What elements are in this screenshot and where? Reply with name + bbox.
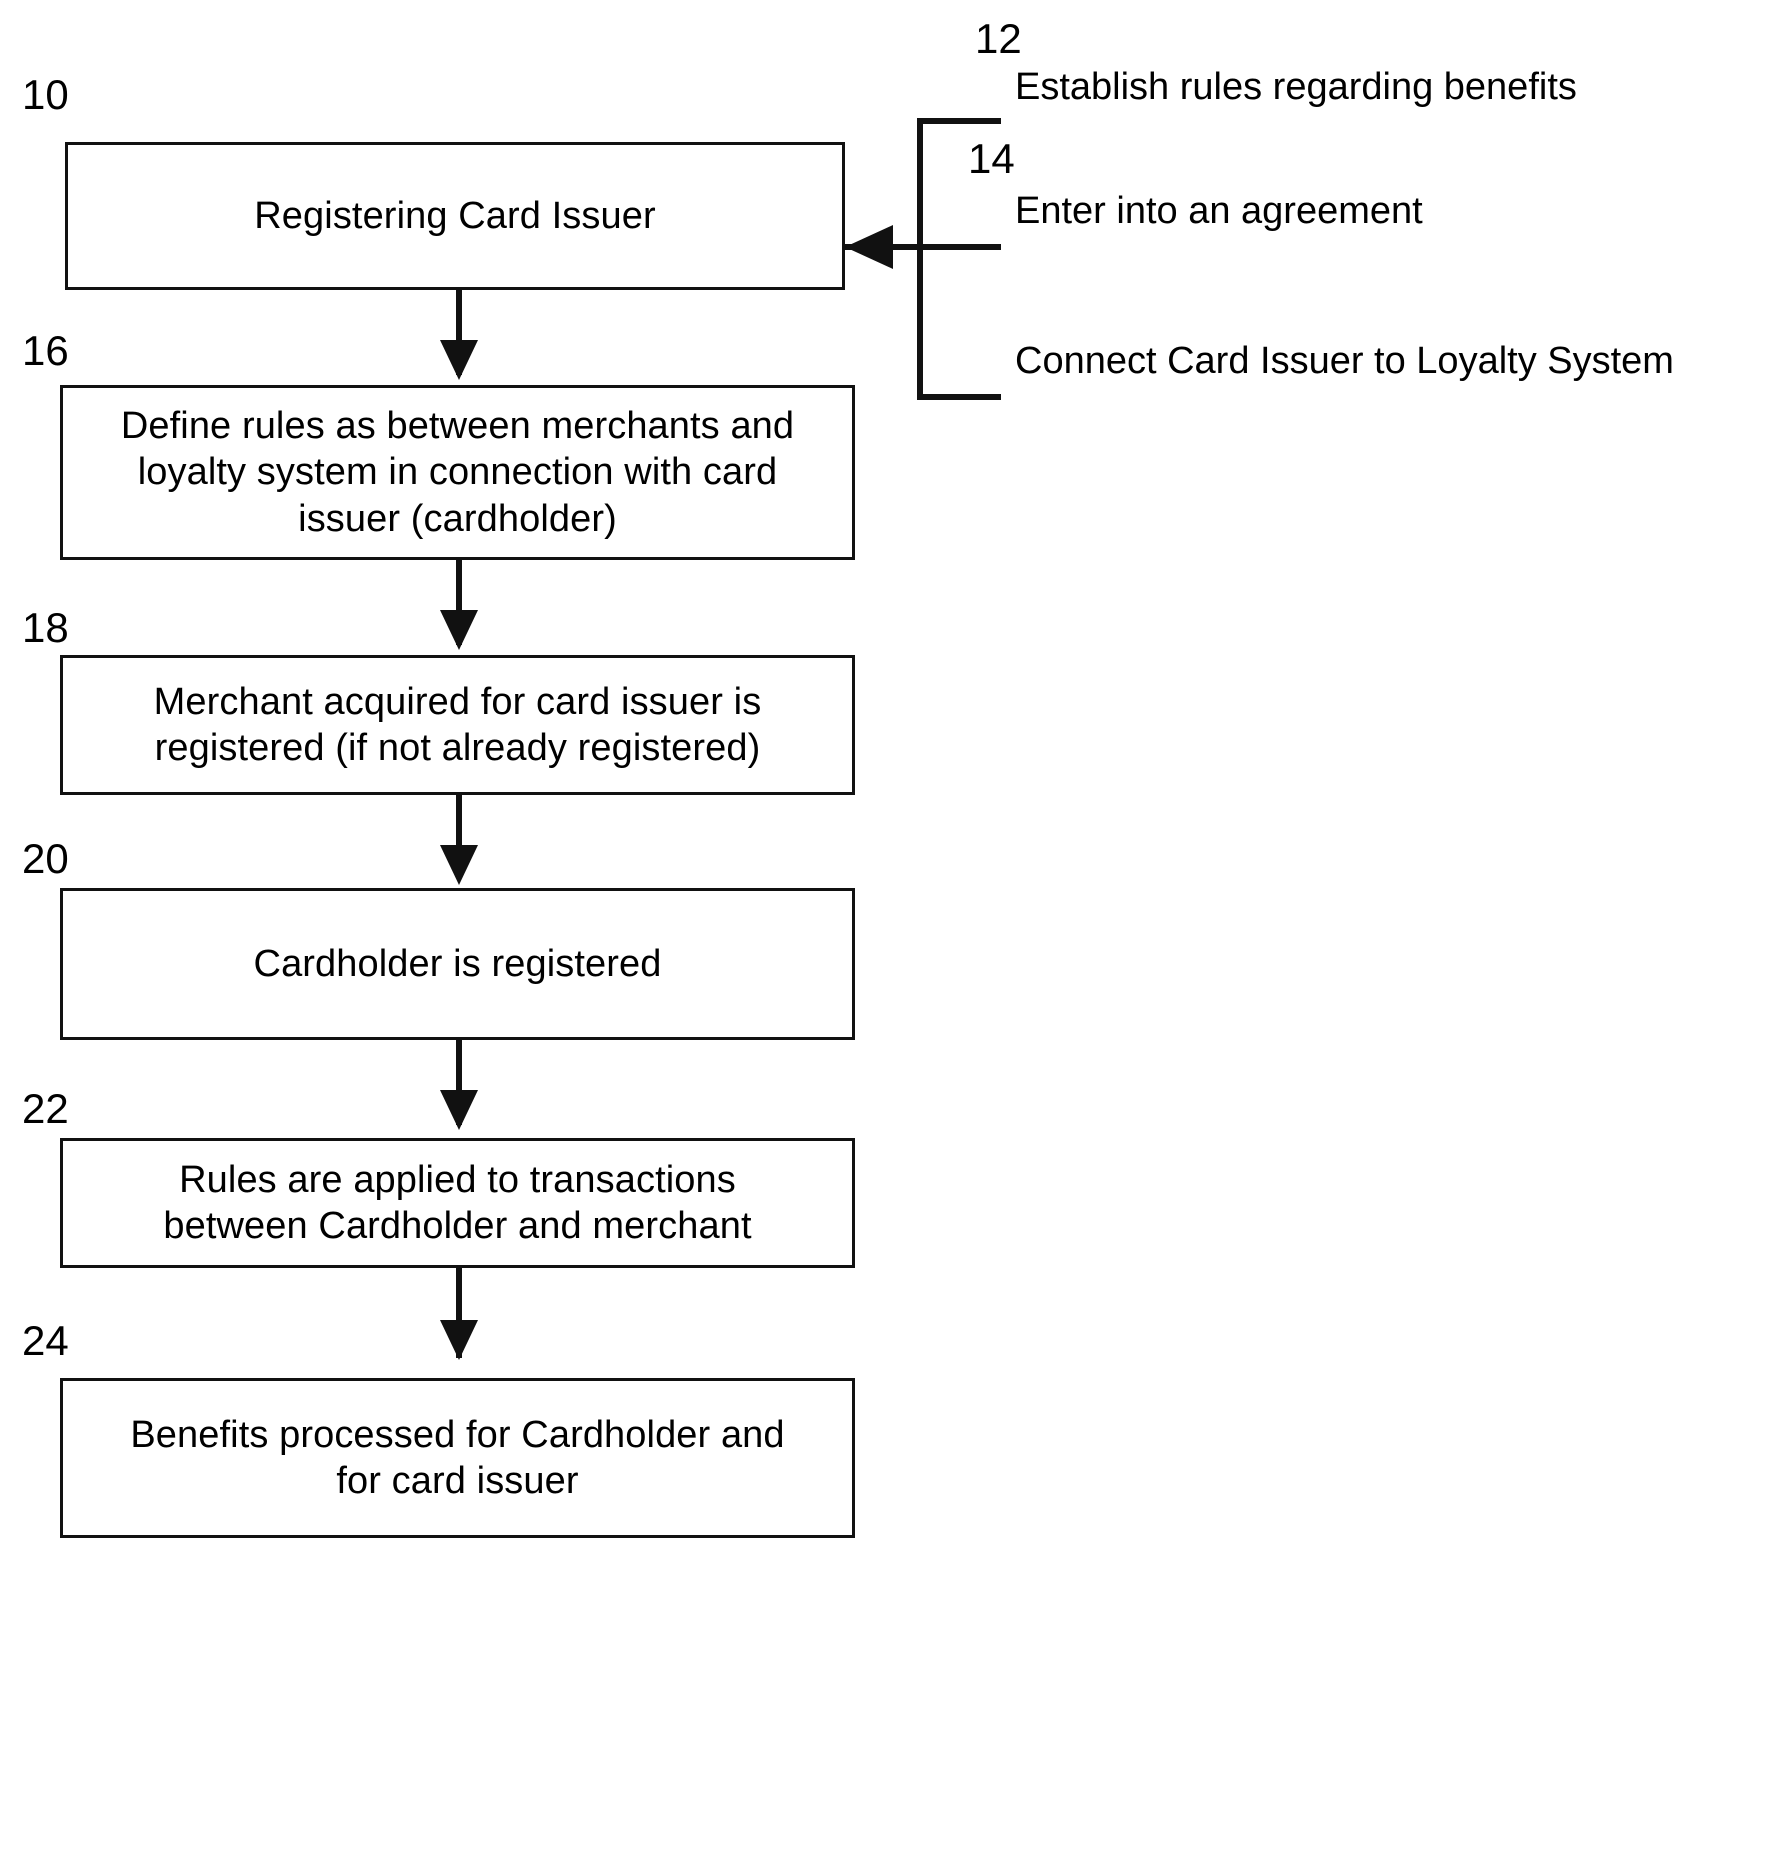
flow-box-text: Registering Card Issuer (254, 194, 656, 237)
flow-box-text: Define rules as between merchants and lo… (120, 404, 795, 540)
ref-numeral-16: 16 (22, 327, 69, 374)
arrowhead-into-rules-applied (440, 1090, 478, 1130)
side-label-enter-agreement: Enter into an agreement (1015, 190, 1423, 232)
arrowhead-into-benefits-processed (440, 1320, 478, 1360)
flow-box-rules-applied: Rules are applied to transactions betwee… (60, 1138, 855, 1268)
arrowhead-into-merchant-registered (440, 610, 478, 650)
ref-numeral-22: 22 (22, 1085, 69, 1132)
branch-line-connect-card-issuer (917, 394, 1001, 400)
flow-box-cardholder-registered: Cardholder is registered (60, 888, 855, 1040)
arrowhead-into-registering-card-issuer (845, 225, 893, 269)
flow-box-text: Cardholder is registered (253, 942, 662, 985)
flow-box-benefits-processed: Benefits processed for Cardholder and fo… (60, 1378, 855, 1538)
branch-trunk-line (917, 118, 923, 400)
flow-box-text: Rules are applied to transactions betwee… (163, 1158, 752, 1247)
flow-box-define-rules: Define rules as between merchants and lo… (60, 385, 855, 560)
flow-box-text: Merchant acquired for card issuer is reg… (153, 680, 762, 769)
arrowhead-into-define-rules (440, 340, 478, 380)
arrowhead-into-cardholder-registered (440, 845, 478, 885)
flow-box-registering-card-issuer: Registering Card Issuer (65, 142, 845, 290)
flow-box-merchant-registered: Merchant acquired for card issuer is reg… (60, 655, 855, 795)
ref-numeral-20: 20 (22, 835, 69, 882)
branch-line-establish-rules (917, 118, 1001, 124)
figure-canvas: 10 16 18 20 22 24 12 14 Registering Card… (0, 0, 1786, 1855)
ref-numeral-14: 14 (968, 135, 1015, 182)
flow-box-text: Benefits processed for Cardholder and fo… (130, 1413, 785, 1502)
ref-numeral-10: 10 (22, 71, 69, 118)
ref-numeral-18: 18 (22, 604, 69, 651)
side-label-establish-rules: Establish rules regarding benefits (1015, 66, 1577, 108)
ref-numeral-24: 24 (22, 1317, 69, 1364)
side-label-connect-card-issuer: Connect Card Issuer to Loyalty System (1015, 340, 1674, 382)
ref-numeral-12: 12 (975, 15, 1022, 62)
